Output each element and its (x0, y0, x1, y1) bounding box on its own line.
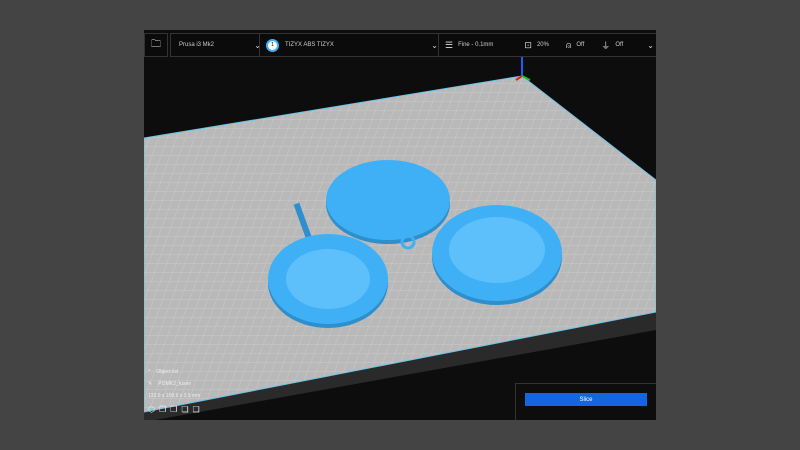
object-info-panel: ^ Object list ✎ PI3MK2_fusee 133.9 x 109.9… (148, 363, 200, 414)
view-right-icon[interactable]: ❑ (193, 405, 200, 414)
printer-name: Prusa i3 Mk2 (179, 42, 215, 48)
infill-icon: ⊡ (524, 39, 532, 50)
object-list-label: Object list (156, 369, 179, 375)
view-front-icon[interactable]: ❒ (159, 405, 166, 414)
sliders-icon: ☰ (445, 39, 454, 50)
profile-label: Fine - 0.1mm (458, 42, 494, 48)
material-selector[interactable]: 1 TIZYX ABS TIZYX ⌄ (259, 33, 445, 57)
object-list-toggle[interactable]: ^ Object list (148, 369, 200, 375)
view-top-icon[interactable]: ❐ (170, 405, 177, 414)
file-name: PI3MK2_fusee (158, 381, 192, 387)
chevron-down-icon: ⌄ (647, 40, 654, 50)
material-name: TIZYX ABS TIZYX (285, 42, 334, 48)
view-left-icon[interactable]: ❏ (181, 405, 188, 414)
support-value: Off (576, 42, 585, 48)
open-file-button[interactable]: 🗀 (144, 33, 168, 57)
chevron-down-icon: ⌄ (431, 40, 438, 50)
slice-button[interactable]: Slice (525, 393, 647, 406)
support-icon: ⍝ (565, 39, 572, 50)
view-3d-icon[interactable]: ⬡ (148, 405, 155, 414)
build-plate (144, 75, 656, 413)
folder-icon: 🗀 (151, 38, 161, 50)
model-dimensions: 133.9 x 109.9 x 3.9 mm (148, 393, 201, 399)
printer-selector[interactable]: Prusa i3 Mk2 ⌄ (170, 33, 268, 57)
chevron-up-icon: ^ (148, 369, 151, 375)
build-plate-viewport[interactable] (144, 30, 656, 420)
extruder-badge: 1 (266, 38, 279, 52)
adhesion-icon: ⏚ (601, 40, 611, 51)
pencil-icon[interactable]: ✎ (148, 381, 152, 387)
infill-value: 20% (536, 42, 549, 48)
print-settings-selector[interactable]: ☰ Fine - 0.1mm ⊡ 20% ⍝ Off ⏚ Off ⌄ (438, 33, 656, 57)
adhesion-value: Off (615, 42, 624, 48)
cura-window: 🗀 Prusa i3 Mk2 ⌄ 1 TIZYX ABS TIZYX ⌄ ☰ F… (144, 30, 656, 420)
slice-panel: Slice (515, 383, 656, 420)
